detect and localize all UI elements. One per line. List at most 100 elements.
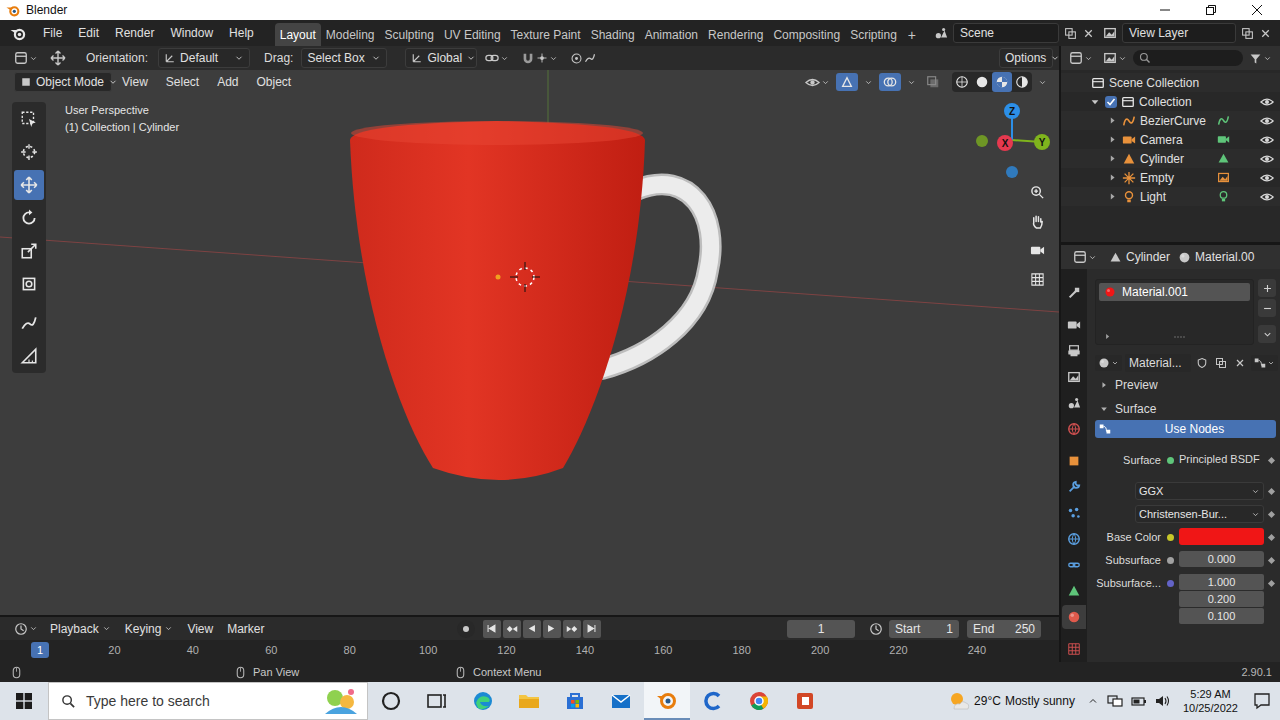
network-button[interactable] [1105, 692, 1125, 710]
viewport-menu-item[interactable]: Select [158, 72, 207, 92]
3d-cursor[interactable] [510, 262, 540, 292]
panel-header[interactable]: Preview [1095, 374, 1276, 396]
taskbar-app[interactable] [782, 682, 828, 720]
workspace-tab[interactable]: Modeling [321, 23, 380, 46]
preview-range-toggle[interactable] [869, 622, 883, 636]
taskbar-app[interactable] [598, 682, 644, 720]
camera-view-button[interactable] [1024, 237, 1050, 263]
snap-button[interactable] [517, 49, 562, 67]
collection-checkbox[interactable] [1105, 96, 1117, 108]
add-slot-button[interactable] [1258, 279, 1276, 297]
taskbar-app[interactable] [736, 682, 782, 720]
menu-item[interactable]: Render [108, 23, 161, 43]
workspace-tab[interactable]: Scripting [845, 23, 902, 46]
start-button[interactable] [0, 682, 48, 720]
use-nodes-button[interactable]: Use Nodes [1095, 420, 1276, 438]
zoom-button[interactable] [1024, 179, 1050, 205]
shader-link[interactable]: Principled BSDF [1179, 451, 1264, 465]
timeline-menu-item[interactable]: Marker [221, 619, 270, 639]
properties-tab[interactable] [1062, 553, 1086, 577]
timeline-menu-item[interactable]: Keying [119, 619, 180, 639]
viewport-menu-item[interactable]: View [114, 72, 156, 92]
restore-button[interactable] [1188, 0, 1234, 20]
number-field[interactable]: 0.200 [1179, 591, 1264, 607]
menu-item[interactable]: Window [163, 23, 220, 43]
slot-specials-button[interactable] [1258, 325, 1276, 343]
properties-tab[interactable] [1062, 365, 1086, 389]
outliner-row[interactable]: Collection [1061, 92, 1280, 111]
gizmo-axis[interactable]: Y [1034, 134, 1050, 150]
keyframe-dot[interactable] [1268, 534, 1275, 541]
scene-field[interactable]: Scene [953, 23, 1059, 43]
active-tool-button[interactable] [46, 48, 70, 68]
viewport-menu-item[interactable]: Add [209, 72, 246, 92]
shading-mode-button[interactable] [952, 72, 972, 92]
object-data[interactable] [1217, 152, 1230, 165]
keyframe-dot[interactable] [1268, 488, 1275, 495]
shading-mode-button[interactable] [992, 72, 1012, 92]
gizmo-axis[interactable]: X [997, 135, 1013, 151]
remove-slot-button[interactable] [1258, 299, 1276, 317]
editor-type-button[interactable] [10, 49, 42, 67]
outliner-row[interactable]: Camera [1061, 130, 1280, 149]
keyframe-dot[interactable] [1268, 511, 1275, 518]
outliner-row[interactable]: Empty [1061, 168, 1280, 187]
number-field[interactable]: 0.100 [1179, 608, 1264, 624]
mode-dropdown[interactable]: Object Mode [14, 72, 112, 92]
properties-tab[interactable] [1062, 527, 1086, 551]
notifications-button[interactable] [1244, 692, 1280, 710]
workspace-tab[interactable]: Layout [275, 23, 321, 46]
taskbar-app[interactable] [506, 682, 552, 720]
jump-end-button[interactable] [583, 620, 601, 638]
properties-tab[interactable] [1062, 579, 1086, 603]
properties-tab[interactable] [1062, 449, 1086, 473]
end-frame-field[interactable]: End250 [967, 620, 1041, 638]
visibility-button[interactable] [801, 73, 834, 92]
pivot-button[interactable] [481, 49, 513, 67]
viewport-menu-item[interactable]: Object [249, 72, 300, 92]
clock[interactable]: 5:29 AM 10/25/2022 [1177, 687, 1244, 715]
gizmo-negative-axis[interactable] [1006, 166, 1018, 178]
workspace-tab[interactable]: Rendering [703, 23, 768, 46]
start-frame-field[interactable]: Start1 [889, 620, 959, 638]
view-layer-field[interactable]: View Layer [1122, 23, 1236, 43]
show-hidden-icons-button[interactable] [1085, 693, 1101, 709]
volume-button[interactable] [1153, 692, 1173, 710]
visibility-toggle[interactable] [1260, 114, 1274, 128]
socket-dot[interactable] [1167, 457, 1174, 464]
menu-item[interactable]: File [36, 23, 69, 43]
tool-button[interactable] [14, 104, 44, 134]
workspace-tab[interactable]: Shading [586, 23, 640, 46]
playhead[interactable]: 1 [31, 642, 49, 658]
tool-button[interactable] [14, 341, 44, 371]
tool-button[interactable] [14, 269, 44, 299]
workspace-tab[interactable]: Animation [640, 23, 703, 46]
play-reverse-button[interactable] [523, 620, 541, 638]
tool-button[interactable] [14, 170, 44, 200]
outliner-row[interactable]: Cylinder [1061, 149, 1280, 168]
taskbar-app[interactable] [368, 682, 414, 720]
gizmo-menu[interactable] [860, 76, 877, 89]
display-mode-button[interactable] [1099, 49, 1131, 67]
material-name-field[interactable]: Material... [1125, 354, 1191, 372]
keyframe-dot[interactable] [1268, 557, 1275, 564]
outliner-row[interactable]: BezierCurve [1061, 111, 1280, 130]
object-data[interactable] [1217, 133, 1230, 146]
gizmo-toggle[interactable] [836, 73, 858, 91]
workspace-tab[interactable]: Sculpting [380, 23, 439, 46]
tool-button[interactable] [14, 236, 44, 266]
gizmo-axis[interactable]: Z [1004, 103, 1020, 119]
number-field[interactable]: 0.000 [1179, 551, 1264, 567]
properties-tab[interactable] [1062, 313, 1086, 337]
properties-tab[interactable] [1062, 281, 1086, 305]
browse-material-button[interactable] [1095, 355, 1122, 371]
add-workspace-button[interactable]: + [902, 23, 922, 46]
timeline-menu-item[interactable]: View [181, 619, 219, 639]
socket-dot[interactable] [1167, 557, 1174, 564]
object-data[interactable] [1217, 114, 1230, 127]
shading-menu[interactable] [1034, 76, 1051, 89]
shading-mode-button[interactable] [972, 72, 992, 92]
ortho-toggle-button[interactable] [1024, 266, 1050, 292]
properties-tab[interactable] [1062, 417, 1086, 441]
overlay-toggle[interactable] [879, 73, 901, 91]
